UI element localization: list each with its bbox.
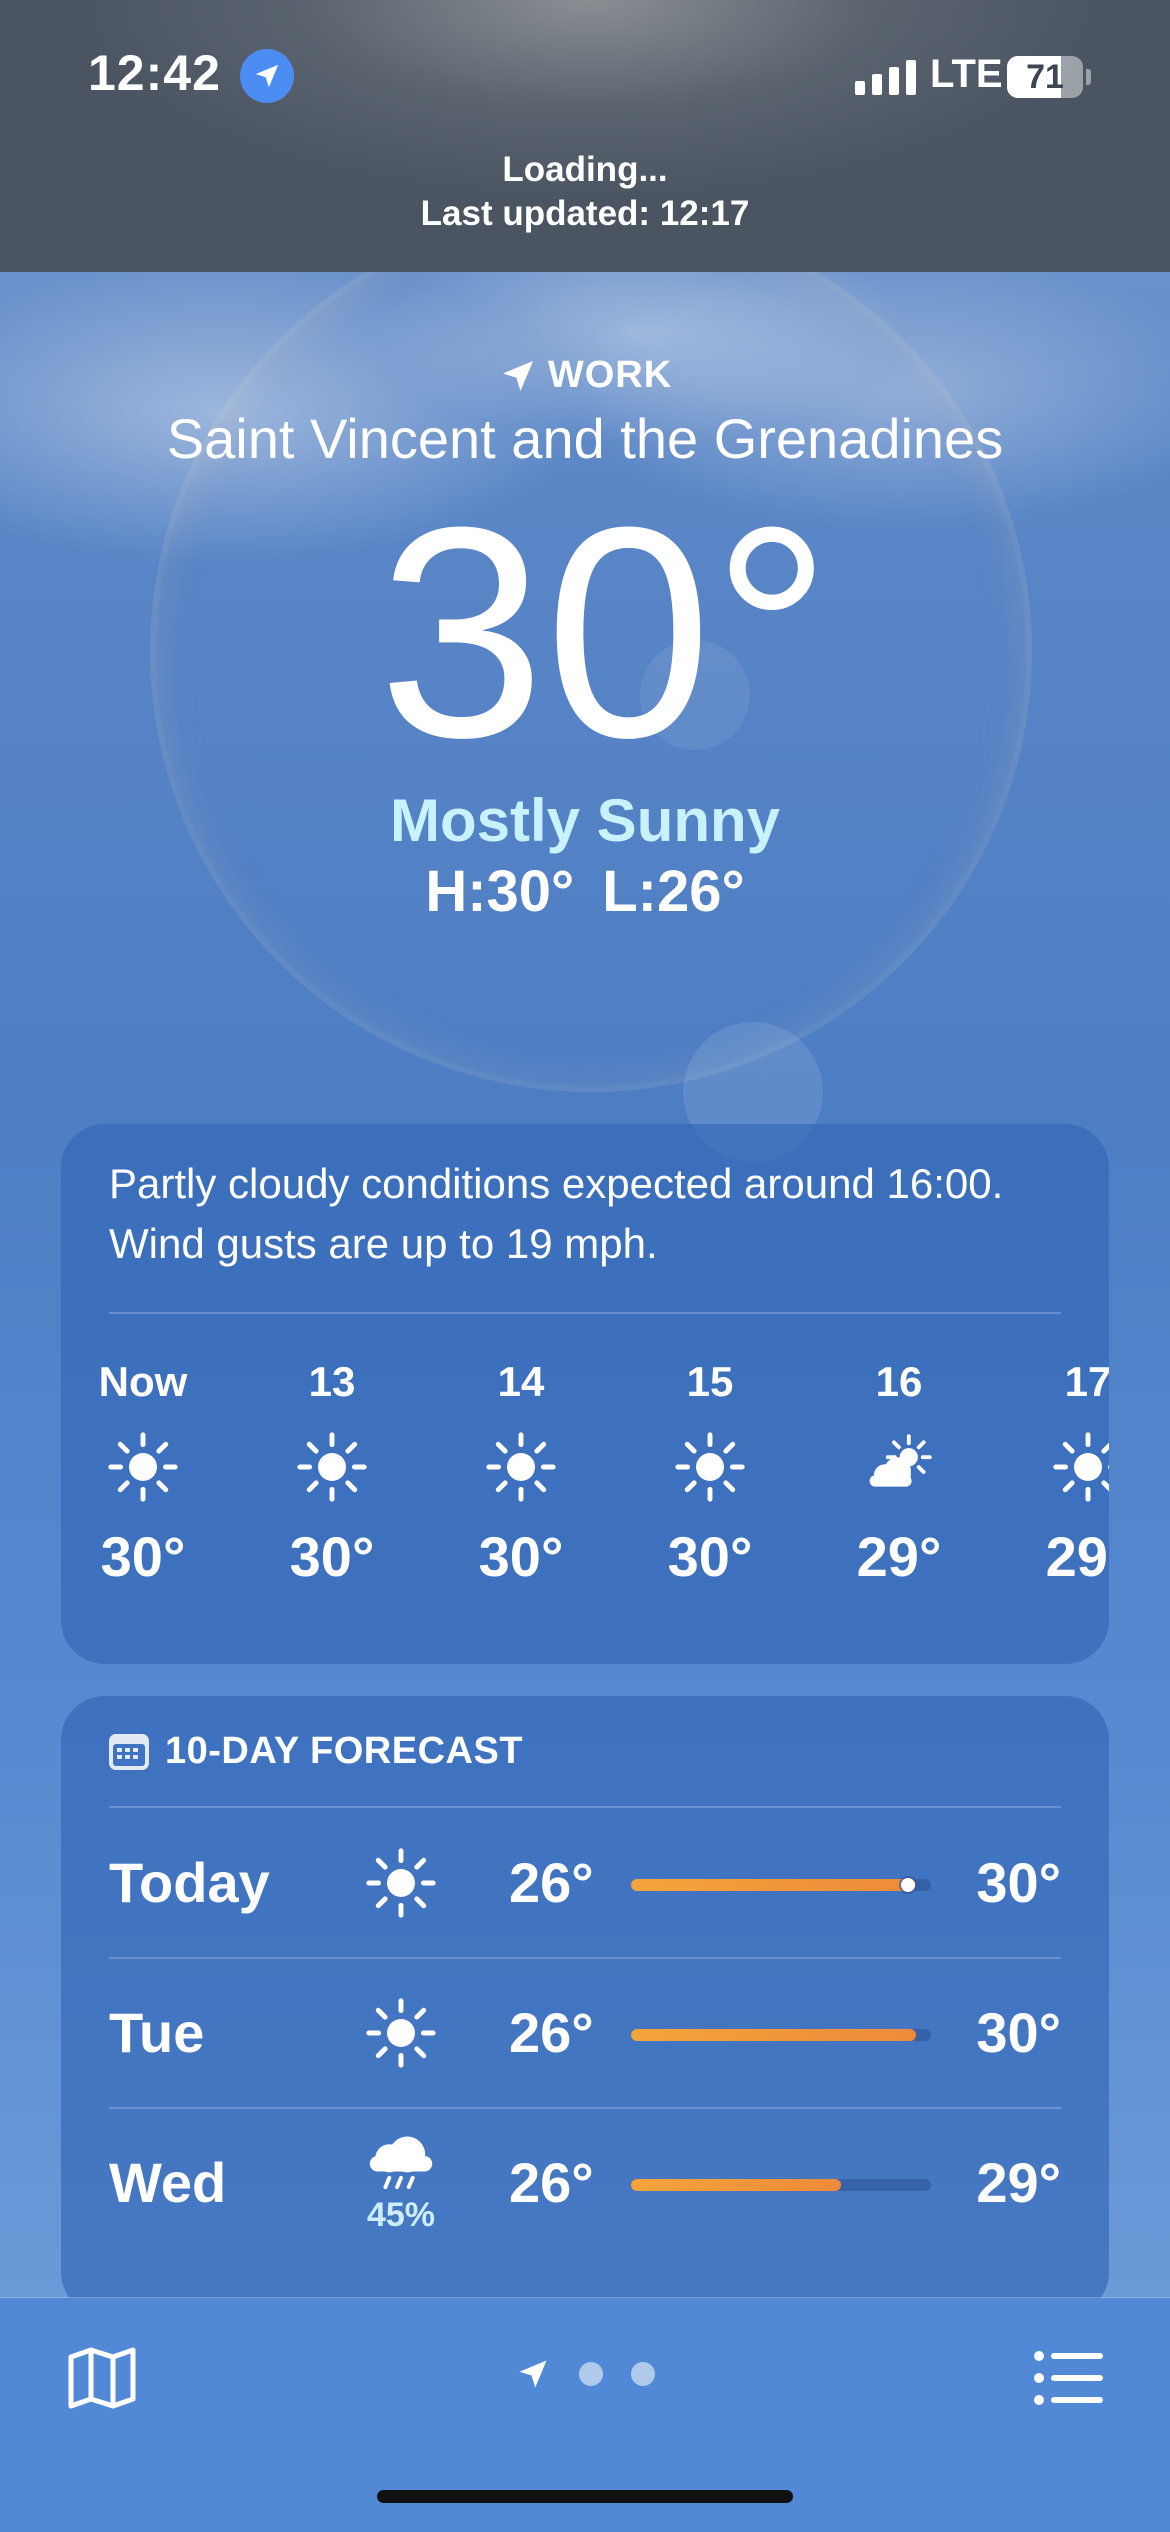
day-name: Wed	[109, 2151, 227, 2214]
temp-range-bar	[631, 1878, 931, 1892]
divider	[109, 1312, 1061, 1314]
location-name: Saint Vincent and the Grenadines	[166, 407, 1004, 470]
hour-temp: 29°	[856, 1525, 942, 1588]
last-updated-text: Last updated: 12:17	[420, 194, 750, 233]
low-temp: L:26°	[602, 859, 745, 924]
hourly-item: 17 29°	[1008, 1352, 1109, 1592]
hour-label: 14	[497, 1358, 545, 1405]
locations-list-button[interactable]	[1028, 2338, 1108, 2418]
loading-text: Loading...	[502, 150, 668, 189]
page-indicator[interactable]	[0, 2356, 1170, 2392]
day-name: Tue	[109, 2001, 205, 2064]
list-icon	[1034, 2351, 1103, 2405]
ten-day-header: 10-DAY FORECAST	[109, 1730, 523, 1773]
home-indicator[interactable]	[377, 2490, 793, 2503]
hourly-item: 14 30°	[441, 1352, 601, 1592]
precip-chance: 45%	[366, 2195, 436, 2234]
temp-range-bar	[631, 2029, 931, 2041]
day-low-temp: 26°	[509, 1851, 594, 1914]
ten-day-title: 10-DAY FORECAST	[165, 1730, 524, 1772]
ten-day-forecast-card[interactable]: 10-DAY FORECAST Today 26° 30° Tue 26° 30° Wed …	[61, 1696, 1109, 2316]
sun-icon	[341, 1820, 461, 1946]
rain-cloud-icon: 45%	[341, 2120, 461, 2246]
day-high-temp: 29°	[976, 2151, 1061, 2214]
day-high-temp: 30°	[976, 1851, 1061, 1914]
temp-range-fill	[631, 2179, 841, 2191]
sun-icon	[441, 1412, 601, 1522]
hour-label: 15	[686, 1358, 734, 1405]
hour-temp: 30°	[667, 1525, 753, 1588]
sun-icon	[63, 1412, 223, 1522]
cellular-signal-icon	[855, 60, 916, 95]
location-arrow-icon	[502, 360, 533, 391]
partly-cloudy-icon	[819, 1412, 979, 1522]
hour-label: 16	[875, 1358, 923, 1405]
hourly-forecast-card[interactable]: Partly cloudy conditions expected around…	[61, 1124, 1109, 1664]
hour-temp: 30°	[289, 1525, 375, 1588]
hourly-item: 13 30°	[252, 1352, 412, 1592]
location-tag: WORK	[0, 354, 1170, 397]
temp-range-fill	[631, 1879, 916, 1891]
day-low-temp: 26°	[509, 2001, 594, 2064]
hour-label: 17	[1064, 1358, 1109, 1405]
battery-tip	[1086, 69, 1091, 85]
sun-icon	[252, 1412, 412, 1522]
battery-icon: 71	[1007, 56, 1083, 98]
day-name: Today	[109, 1851, 270, 1914]
hourly-item: Now 30°	[63, 1352, 223, 1592]
location-services-icon	[240, 49, 294, 103]
temp-range-fill	[631, 2029, 916, 2041]
status-header: 12:42 LTE 71 Loading... Last updated: 12…	[0, 0, 1170, 272]
page-dot[interactable]	[631, 2362, 655, 2386]
current-temp-dot	[901, 1878, 915, 1892]
temp-range-bar	[631, 2179, 931, 2191]
day-low-temp: 26°	[509, 2151, 594, 2214]
hour-label: Now	[98, 1358, 188, 1405]
network-type: LTE	[930, 52, 1003, 96]
sun-icon	[630, 1412, 790, 1522]
day-high-temp: 30°	[976, 2001, 1061, 2064]
sun-icon	[341, 1970, 461, 2096]
hour-temp: 29°	[1045, 1525, 1109, 1588]
current-condition: Mostly Sunny	[389, 787, 781, 854]
forecast-summary: Partly cloudy conditions expected around…	[109, 1160, 1004, 1267]
forecast-day-row[interactable]: Wed 45% 26° 29°	[109, 2108, 1061, 2258]
sun-icon	[1008, 1412, 1109, 1522]
hour-label: 13	[308, 1358, 356, 1405]
current-location-page-icon[interactable]	[515, 2356, 551, 2392]
hourly-item: 15 30°	[630, 1352, 790, 1592]
calendar-icon	[109, 1733, 149, 1770]
hour-temp: 30°	[100, 1525, 186, 1588]
page-dot[interactable]	[579, 2362, 603, 2386]
current-temperature: 30°	[378, 464, 832, 800]
high-low-temps: H:30° L:26°	[0, 858, 1170, 925]
forecast-day-row[interactable]: Tue 26° 30°	[109, 1958, 1061, 2109]
high-temp: H:30°	[425, 859, 575, 924]
hour-temp: 30°	[478, 1525, 564, 1588]
location-tag-label: WORK	[547, 354, 673, 396]
hourly-item: 16 29°	[819, 1352, 979, 1592]
status-time: 12:42	[88, 45, 221, 101]
battery-level: 71	[1026, 58, 1064, 96]
forecast-day-row[interactable]: Today 26° 30°	[109, 1808, 1061, 1959]
